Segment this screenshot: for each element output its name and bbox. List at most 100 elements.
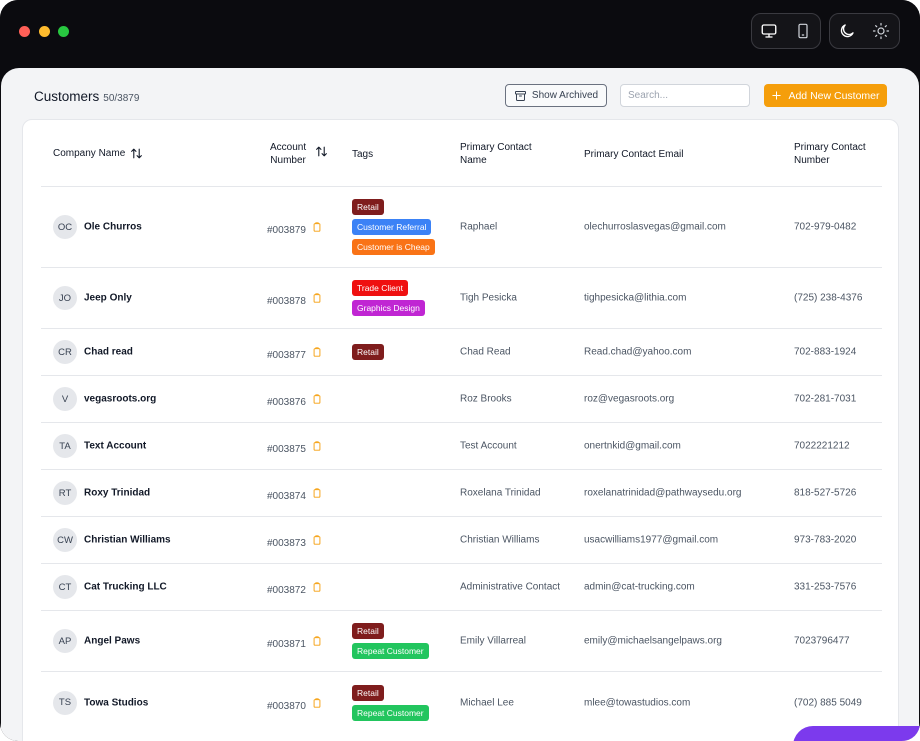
minimize-window-button[interactable] xyxy=(39,26,50,37)
company-name[interactable]: Ole Churros xyxy=(84,222,142,233)
clipboard-icon xyxy=(312,697,322,709)
dark-mode-button[interactable] xyxy=(830,14,864,48)
table-row[interactable]: OC Ole Churros #003879 Retail Customer Refer… xyxy=(41,187,882,268)
table-row[interactable]: AP Angel Paws #003871 Retail Repeat Customer… xyxy=(41,611,882,672)
company-name[interactable]: Chad read xyxy=(84,347,133,358)
primary-contact-number: 7022221212 xyxy=(794,440,850,452)
column-account-label-line2: Number xyxy=(270,155,306,166)
light-mode-button[interactable] xyxy=(864,14,898,48)
account-number: #003877 xyxy=(267,343,322,361)
account-number-value: #003879 xyxy=(267,225,306,236)
account-number: #003875 xyxy=(267,437,322,455)
company-name[interactable]: Christian Williams xyxy=(84,535,171,546)
company-name[interactable]: vegasroots.org xyxy=(84,394,156,405)
column-contact-number-line2: Number xyxy=(794,155,830,166)
maximize-window-button[interactable] xyxy=(58,26,69,37)
clipboard-icon xyxy=(312,440,322,452)
table-row[interactable]: RT Roxy Trinidad #003874 Roxelana Trinidad r… xyxy=(41,470,882,517)
column-contact-email-label: Primary Contact Email xyxy=(584,149,684,160)
copy-account-number-button[interactable] xyxy=(312,697,322,709)
tag-badge: Trade Client xyxy=(352,280,408,296)
company-name[interactable]: Angel Paws xyxy=(84,636,140,647)
sort-account-number-button[interactable] xyxy=(315,145,328,158)
clipboard-icon xyxy=(312,221,322,233)
primary-contact-email: onertnkid@gmail.com xyxy=(584,440,681,452)
primary-contact-number: 702-281-7031 xyxy=(794,393,857,405)
primary-contact-name: Administrative Contact xyxy=(460,581,561,593)
primary-contact-email: mlee@towastudios.com xyxy=(584,697,691,708)
tag-badge: Repeat Customer xyxy=(352,704,429,721)
avatar: V xyxy=(53,387,77,411)
avatar: CT xyxy=(53,575,77,599)
table-row[interactable]: CT Cat Trucking LLC #003872 Administrative … xyxy=(41,564,882,611)
close-window-button[interactable] xyxy=(19,26,30,37)
table-row[interactable]: JO Jeep Only #003878 Trade Client Graphics D… xyxy=(41,268,882,329)
mobile-view-button[interactable] xyxy=(786,14,820,48)
copy-account-number-button[interactable] xyxy=(312,635,322,647)
primary-contact-name: Christian Williams xyxy=(460,534,540,546)
floating-action-button[interactable] xyxy=(793,726,920,741)
show-archived-label: Show Archived xyxy=(531,90,599,101)
account-number-value: #003878 xyxy=(267,296,306,307)
clipboard-icon xyxy=(312,393,322,405)
tag-badge: Retail xyxy=(352,344,384,360)
copy-account-number-button[interactable] xyxy=(312,487,322,499)
avatar: TA xyxy=(53,434,77,458)
company-name[interactable]: Jeep Only xyxy=(84,293,132,304)
add-new-customer-button[interactable]: Add New Customer xyxy=(764,84,887,107)
add-new-customer-label: Add New Customer xyxy=(788,89,880,102)
table-row[interactable]: CR Chad read #003877 Retail Chad Read Read.ch… xyxy=(41,329,882,376)
primary-contact-number: 973-783-2020 xyxy=(794,534,857,546)
column-contact-email: Primary Contact Email xyxy=(584,148,683,161)
tag-badge: Retail xyxy=(352,684,384,701)
copy-account-number-button[interactable] xyxy=(312,534,322,546)
device-toggle xyxy=(751,13,821,49)
company-name[interactable]: Cat Trucking LLC xyxy=(84,582,167,593)
sort-icon xyxy=(131,148,143,159)
copy-account-number-button[interactable] xyxy=(312,440,322,452)
primary-contact-email: olechurroslasvegas@gmail.com xyxy=(584,221,726,233)
tags-cell: Retail Repeat Customer xyxy=(352,623,429,659)
company-name[interactable]: Text Account xyxy=(84,441,146,452)
tag-badge: Retail xyxy=(352,623,384,639)
column-contact-number: Primary Contact Number xyxy=(794,141,866,167)
main-content: Customers 50/3879 Show Archived Add New … xyxy=(1,68,919,741)
account-number-value: #003877 xyxy=(267,350,306,361)
account-number-value: #003870 xyxy=(267,700,306,712)
page-title-text: Customers xyxy=(34,89,100,104)
primary-contact-number: 818-527-5726 xyxy=(794,487,857,499)
customer-count: 50/3879 xyxy=(103,93,140,104)
copy-account-number-button[interactable] xyxy=(312,292,322,304)
desktop-view-button[interactable] xyxy=(752,14,786,48)
account-number: #003874 xyxy=(267,484,322,502)
tags-cell: Retail Customer Referral Customer is Cheap xyxy=(352,199,435,255)
primary-contact-email: admin@cat-trucking.com xyxy=(584,581,695,593)
table-row[interactable]: TS Towa Studios #003870 Retail Repeat Custom… xyxy=(41,672,882,733)
copy-account-number-button[interactable] xyxy=(312,393,322,405)
column-contact-number-line1: Primary Contact xyxy=(794,142,866,153)
avatar: AP xyxy=(53,629,77,653)
theme-toggle xyxy=(829,13,900,49)
sort-company-name-button[interactable] xyxy=(130,147,143,160)
copy-account-number-button[interactable] xyxy=(312,221,322,233)
search-input[interactable] xyxy=(620,84,750,107)
company-name[interactable]: Towa Studios xyxy=(84,697,148,708)
primary-contact-email: roxelanatrinidad@pathwaysedu.org xyxy=(584,487,742,499)
table-row[interactable]: Vvegasroots.org #003876 Roz Brooks roz@vega… xyxy=(41,376,882,423)
show-archived-button[interactable]: Show Archived xyxy=(505,84,607,107)
company-name[interactable]: Roxy Trinidad xyxy=(84,488,150,499)
column-company-name: Company Name xyxy=(53,147,143,160)
avatar: OC xyxy=(53,215,77,239)
plus-icon xyxy=(772,91,782,100)
table-row[interactable]: CW Christian Williams #003873 Christian Wil… xyxy=(41,517,882,564)
avatar: CW xyxy=(53,528,77,552)
tag-badge: Repeat Customer xyxy=(352,643,429,659)
copy-account-number-button[interactable] xyxy=(312,346,322,358)
table-row[interactable]: TA Text Account #003875 Test Account onertnk… xyxy=(41,423,882,470)
page-title: Customers 50/3879 xyxy=(34,89,139,104)
column-account-number: Account Number xyxy=(270,141,328,167)
account-number-value: #003874 xyxy=(267,491,306,502)
clipboard-icon xyxy=(312,534,322,546)
account-number: #003872 xyxy=(267,578,322,596)
copy-account-number-button[interactable] xyxy=(312,581,322,593)
